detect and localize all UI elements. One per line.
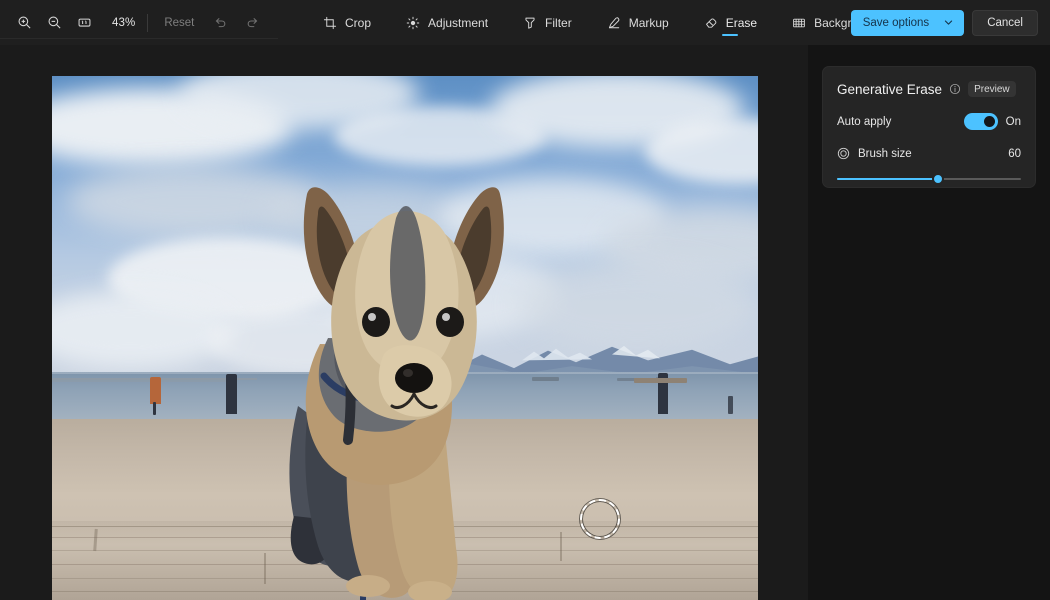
- save-options-label: Save options: [863, 17, 930, 29]
- brush-size-label-group: Brush size: [837, 147, 912, 160]
- photo-editor-window: 43% Reset: [0, 0, 1050, 600]
- brush-size-value: 60: [1008, 148, 1021, 160]
- one-to-one-icon[interactable]: [70, 10, 98, 36]
- reset-button[interactable]: Reset: [156, 13, 202, 33]
- brush-size-label: Brush size: [858, 148, 912, 160]
- tab-filter[interactable]: Filter: [520, 0, 574, 45]
- auto-apply-control: On: [964, 113, 1021, 130]
- tab-adjustment[interactable]: Adjustment: [403, 0, 490, 45]
- auto-apply-toggle[interactable]: [964, 113, 998, 130]
- auto-apply-row: Auto apply On: [837, 113, 1021, 130]
- tab-markup-label: Markup: [629, 16, 669, 30]
- background-grid-icon: [791, 15, 807, 31]
- generative-erase-card: Generative Erase Preview Auto apply: [822, 66, 1036, 188]
- history-controls: [206, 10, 266, 36]
- slider-fill: [837, 178, 938, 180]
- brush-size-slider[interactable]: [837, 173, 1021, 185]
- brightness-icon: [405, 15, 421, 31]
- redo-arrow-icon[interactable]: [238, 10, 266, 36]
- eraser-icon: [703, 15, 719, 31]
- auto-apply-label: Auto apply: [837, 116, 891, 128]
- cancel-label: Cancel: [987, 17, 1023, 29]
- auto-apply-state-label: On: [1006, 116, 1021, 128]
- panel-header: Generative Erase Preview: [837, 81, 1021, 97]
- chevron-down-icon: [943, 17, 954, 28]
- toggle-knob: [984, 116, 995, 127]
- zoom-level-label: 43%: [100, 17, 143, 29]
- panel-title: Generative Erase: [837, 82, 942, 97]
- zoom-controls-group: 43% Reset: [0, 0, 266, 45]
- dashed-circle-brush-cursor: [580, 499, 620, 539]
- preview-badge: Preview: [968, 81, 1016, 97]
- undo-arrow-icon[interactable]: [206, 10, 234, 36]
- save-options-button[interactable]: Save options: [851, 10, 965, 36]
- edit-mode-tabs: Crop Adjustment Filter: [320, 0, 880, 45]
- photo-canvas[interactable]: [52, 76, 758, 600]
- brush-size-row: Brush size 60: [837, 147, 1021, 160]
- brush-size-icon: [837, 147, 850, 160]
- dog-subject: [52, 76, 758, 600]
- magnifier-minus-icon[interactable]: [40, 10, 68, 36]
- photo-image: [52, 76, 758, 600]
- tab-erase[interactable]: Erase: [701, 0, 759, 45]
- tab-markup[interactable]: Markup: [604, 0, 671, 45]
- tab-filter-label: Filter: [545, 16, 572, 30]
- pen-markup-icon: [606, 15, 622, 31]
- slider-thumb[interactable]: [932, 173, 944, 185]
- filter-funnel-icon: [522, 15, 538, 31]
- toolbar-actions: Save options Cancel: [851, 0, 1038, 45]
- tab-adjustment-label: Adjustment: [428, 16, 488, 30]
- magnifier-plus-icon[interactable]: [10, 10, 38, 36]
- toolbar-divider: [147, 14, 148, 32]
- top-toolbar: 43% Reset: [0, 0, 1050, 45]
- cancel-button[interactable]: Cancel: [972, 10, 1038, 36]
- canvas-area[interactable]: [0, 45, 808, 600]
- tool-options-panel: Generative Erase Preview Auto apply: [808, 45, 1050, 600]
- tab-erase-label: Erase: [726, 16, 757, 30]
- tab-crop-label: Crop: [345, 16, 371, 30]
- tab-crop[interactable]: Crop: [320, 0, 373, 45]
- info-circle-icon[interactable]: [949, 83, 961, 95]
- crop-icon: [322, 15, 338, 31]
